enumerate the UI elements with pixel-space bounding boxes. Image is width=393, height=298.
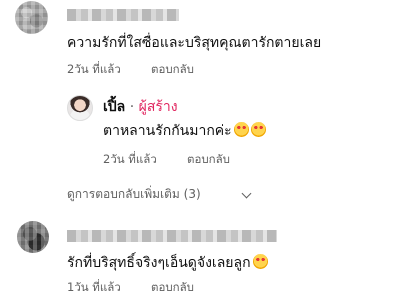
reply-text-line: ตาหลานรักกันมากค่ะ: [103, 122, 266, 140]
reply-button[interactable]: ตอบกลับ: [151, 62, 194, 76]
comment-time: 2วัน ที่แล้ว: [67, 62, 121, 76]
comment-text-line: รักที่บริสุทธิ์จริงๆเอ็นดูจังเลยลูก: [67, 254, 268, 272]
reply-time: 2วัน ที่แล้ว: [103, 152, 157, 166]
avatar[interactable]: [15, 1, 48, 34]
author-name-blurred[interactable]: [67, 230, 277, 242]
comment-text: รักที่บริสุทธิ์จริงๆเอ็นดูจังเลยลูก: [67, 255, 251, 271]
smiling-face-with-hearts-icon: [250, 122, 266, 137]
chevron-down-icon[interactable]: [241, 188, 252, 199]
reply-header: เปิ้ล · ผู้สร้าง: [103, 98, 178, 116]
author-name[interactable]: เปิ้ล: [103, 99, 125, 115]
reply-button[interactable]: ตอบกลับ: [187, 152, 230, 166]
smiling-face-with-hearts-icon: [252, 254, 268, 269]
avatar[interactable]: [17, 221, 49, 253]
comment-text: ความรักที่ใสซื่อและบริสุทคุณตารักตายเลย: [67, 35, 322, 51]
author-name-blurred[interactable]: [67, 9, 179, 21]
avatar[interactable]: [67, 95, 93, 121]
creator-badge: ผู้สร้าง: [138, 99, 178, 115]
more-replies-link[interactable]: ดูการตอบกลับเพิ่มเติม (3): [67, 187, 201, 202]
smiling-face-with-hearts-icon: [233, 122, 249, 137]
comment-time: 1วัน ที่แล้ว: [67, 280, 121, 294]
separator: ·: [129, 99, 135, 115]
reply-text: ตาหลานรักกันมากค่ะ: [103, 123, 232, 139]
reply-button[interactable]: ตอบกลับ: [151, 280, 194, 294]
